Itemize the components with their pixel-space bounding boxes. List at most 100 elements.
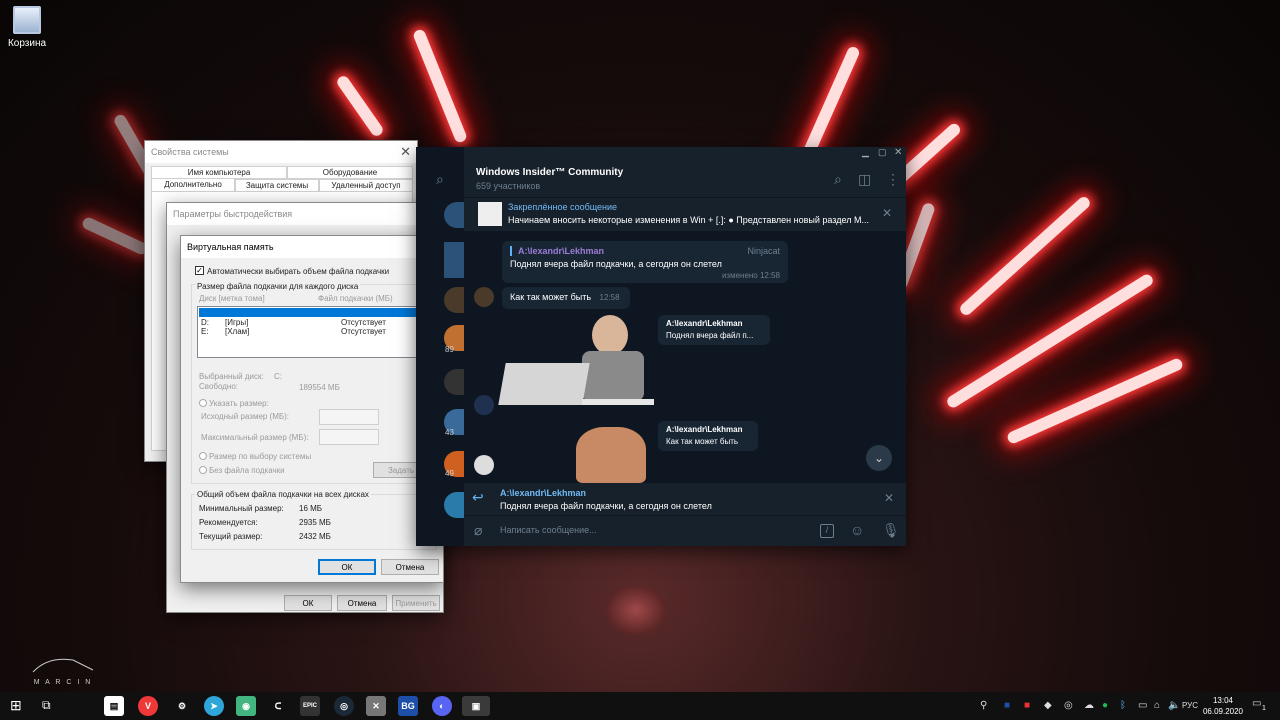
min-size-value: 16 МБ — [299, 504, 323, 513]
steam-icon[interactable]: ◎ — [334, 696, 354, 716]
tray-app-icon[interactable]: ■ — [1024, 700, 1030, 711]
perf-ok-button[interactable]: ОК — [284, 595, 332, 611]
drive-list[interactable]: D: [Игры] Отсутствует E: [Хлам] Отсутств… — [197, 306, 437, 358]
vivaldi-icon[interactable]: V — [138, 696, 158, 716]
scroll-down-button[interactable]: ⌄ — [866, 445, 892, 471]
windows-start-icon[interactable]: ⊞ — [10, 697, 22, 714]
reply-bar-sender: A:\lexandr\Lekhman — [500, 488, 587, 498]
pinned-thumbnail — [478, 202, 502, 226]
sidebar-toggle-icon[interactable]: ◫ — [858, 171, 871, 188]
close-icon[interactable]: ✕ — [400, 144, 411, 160]
settings-icon[interactable]: ⚙ — [172, 696, 192, 716]
chat-avatar[interactable] — [444, 369, 464, 395]
discord-icon[interactable]: ◐ — [432, 696, 452, 716]
free-space-label: Свободно: — [199, 382, 238, 391]
reply-bar-text: Поднял вчера файл подкачки, а сегодня он… — [500, 501, 712, 511]
initial-size-label: Исходный размер (МБ): — [201, 412, 290, 421]
tab-hardware[interactable]: Оборудование — [287, 166, 413, 179]
disk-column-header: Диск [метка тома] — [199, 294, 265, 303]
custom-size-radio[interactable] — [199, 399, 207, 407]
drive-row-selected[interactable] — [199, 308, 435, 317]
notification-count: 1 — [1262, 705, 1266, 712]
system-managed-radio[interactable] — [199, 452, 207, 460]
volume-icon[interactable]: 🔈 — [1168, 700, 1180, 711]
logo-text: M A R C I N — [33, 679, 93, 686]
people-icon[interactable]: ⚲ — [980, 700, 987, 711]
xbox-icon[interactable]: ✕ — [366, 696, 386, 716]
message-bubble[interactable]: A:\lexandr\Lekhman Ninjacat Поднял вчера… — [502, 241, 788, 283]
message-text: Как так может быть — [510, 292, 592, 302]
bg-app-icon[interactable]: BG — [398, 696, 418, 716]
avatar[interactable] — [474, 455, 494, 475]
taskbar: ⊞ ⧉ ▤ V ⚙ ➤ ◉ ᑕ EPIC ◎ ✕ BG ◐ ▣ ⚲ ■ ■ ◆ … — [0, 692, 1280, 720]
reply-bubble[interactable]: A:\lexandr\Lekhman Поднял вчера файл п..… — [658, 315, 770, 345]
spotify-icon[interactable]: ● — [1102, 700, 1108, 711]
virtual-memory-dialog: Виртуальная память ✕ ✓ Автоматически выб… — [180, 235, 444, 583]
telegram-icon[interactable]: ➤ — [204, 696, 224, 716]
chat-app-icon[interactable]: ◉ — [236, 696, 256, 716]
tray-app-icon[interactable]: ◆ — [1044, 700, 1052, 711]
search-icon[interactable]: ⌕ — [834, 171, 842, 188]
language-indicator[interactable]: РУС — [1182, 701, 1198, 710]
avatar[interactable] — [474, 395, 494, 415]
clock-date: 06.09.2020 — [1202, 707, 1244, 716]
tab-advanced[interactable]: Дополнительно — [151, 178, 235, 192]
tray-app-icon[interactable]: ■ — [1004, 700, 1010, 711]
no-paging-radio[interactable] — [199, 466, 207, 474]
auto-manage-checkbox[interactable]: ✓ — [195, 266, 204, 275]
current-size-label: Текущий размер: — [199, 532, 263, 541]
message-bubble[interactable]: Как так может быть 12:58 — [502, 287, 630, 309]
bluetooth-icon[interactable]: ᛒ — [1120, 700, 1126, 711]
chat-avatar[interactable] — [444, 492, 464, 518]
drive-row[interactable]: D: [Игры] Отсутствует — [199, 318, 435, 327]
steam-link-icon[interactable]: ᑕ — [268, 696, 288, 716]
chat-sidebar: ⌕ 89 43 49 — [416, 147, 464, 546]
attach-icon[interactable]: ⌀ — [474, 522, 482, 539]
vm-ok-button[interactable]: ОК — [318, 559, 376, 575]
drive-row[interactable]: E: [Хлам] Отсутствует — [199, 327, 435, 336]
pinned-message-bar[interactable]: Закреплённое сообщение Начинаем вносить … — [464, 197, 906, 231]
selected-disk-value: C: — [274, 372, 282, 381]
close-icon[interactable]: ✕ — [894, 147, 902, 158]
minimize-icon[interactable]: ▁ — [862, 147, 869, 158]
message-input[interactable]: Написать сообщение... — [500, 525, 800, 535]
chat-avatar[interactable] — [444, 202, 464, 228]
perf-cancel-button[interactable]: Отмена — [337, 595, 387, 611]
store-icon[interactable]: ▤ — [104, 696, 124, 716]
search-icon[interactable]: ⌕ — [436, 171, 444, 188]
emoji-icon[interactable]: ☺ — [850, 522, 864, 538]
close-pinned-icon[interactable]: ✕ — [882, 206, 892, 220]
cloud-icon[interactable]: ☁ — [1084, 700, 1094, 711]
chat-avatar[interactable] — [444, 287, 464, 313]
epic-games-icon[interactable]: EPIC — [300, 696, 320, 716]
totals-group-title: Общий объем файла подкачки на всех диска… — [195, 490, 371, 499]
maximize-icon[interactable]: ▢ — [878, 147, 887, 158]
composer: ⌀ Написать сообщение... / ☺ 🎙 — [464, 515, 906, 546]
vm-cancel-button[interactable]: Отмена — [381, 559, 439, 575]
notification-center-icon[interactable]: ▭ — [1252, 698, 1261, 709]
task-view-icon[interactable]: ⧉ — [42, 698, 51, 713]
commands-icon[interactable]: / — [820, 524, 834, 538]
clock[interactable]: 13:04 06.09.2020 — [1200, 695, 1246, 717]
recycle-bin-shortcut[interactable]: Корзина — [4, 4, 50, 52]
avatar[interactable] — [474, 287, 494, 307]
steam-tray-icon[interactable]: ◎ — [1064, 700, 1073, 711]
recommended-label: Рекомендуется: — [199, 518, 258, 527]
chat-title: Windows Insider™ Community — [476, 167, 624, 178]
max-size-input[interactable] — [319, 429, 379, 445]
battery-icon[interactable]: ▭ — [1138, 700, 1147, 711]
more-icon[interactable]: ⋮ — [886, 171, 900, 188]
chat-avatar[interactable] — [444, 242, 464, 278]
sticker-old-man[interactable] — [498, 315, 658, 415]
network-icon[interactable]: ⌂ — [1154, 700, 1160, 711]
system-properties-task-icon[interactable]: ▣ — [462, 696, 490, 716]
sticker-laughing-man[interactable] — [576, 427, 646, 483]
cancel-reply-icon[interactable]: ✕ — [884, 491, 894, 505]
reply-bubble[interactable]: A:\lexandr\Lekhman Как так может быть — [658, 421, 758, 451]
perf-apply-button[interactable]: Применить — [392, 595, 440, 611]
initial-size-input[interactable] — [319, 409, 379, 425]
reply-bar: ↩ A:\lexandr\Lekhman Поднял вчера файл п… — [464, 483, 906, 515]
microphone-icon[interactable]: 🎙 — [882, 522, 900, 539]
recommended-value: 2935 МБ — [299, 518, 331, 527]
recycle-bin-icon — [13, 6, 41, 34]
